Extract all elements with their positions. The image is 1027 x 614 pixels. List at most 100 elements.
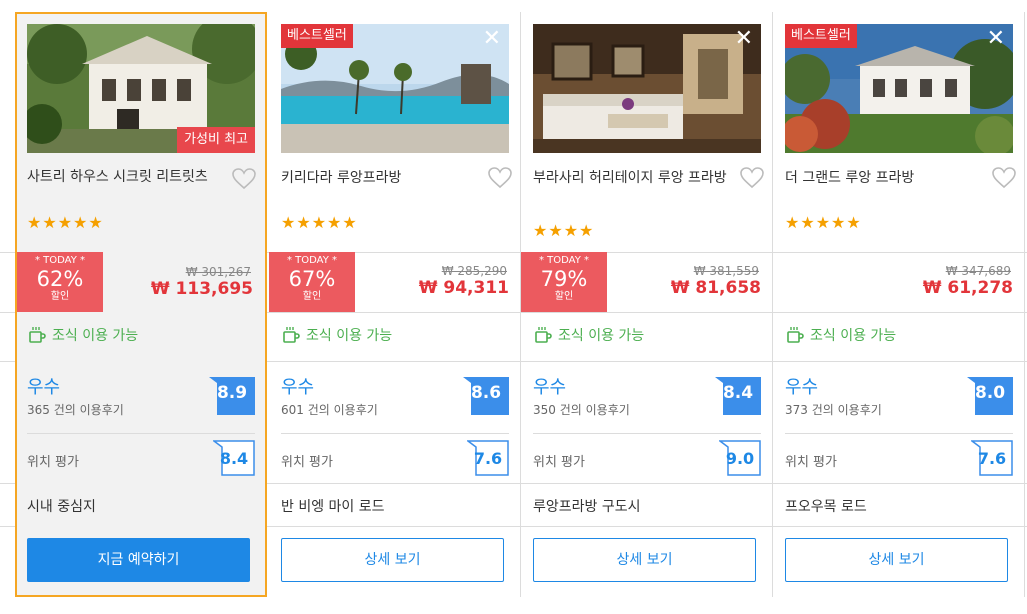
rating-word: 우수 <box>281 377 315 398</box>
review-count[interactable]: 365 건의 이용후기 <box>27 401 124 418</box>
sale-price[interactable]: ₩ 61,278 <box>923 278 1013 298</box>
location-label: 위치 평가 <box>533 455 585 470</box>
discount-percent: 79% <box>540 267 588 291</box>
today-discount-badge: * TODAY * 79% 할인 <box>521 252 607 312</box>
hotel-photo-image <box>533 24 761 153</box>
rating-divider <box>27 433 255 434</box>
coffee-cup-icon <box>787 327 804 343</box>
heart-icon[interactable] <box>991 165 1017 191</box>
star-rating: ★★★★★ <box>281 213 358 232</box>
location-score-badge: 7.6 <box>969 440 1013 476</box>
area-name: 반 비엥 마이 로드 <box>281 499 385 515</box>
location-score: 8.4 <box>219 449 249 468</box>
today-discount-badge: * TODAY * 62% 할인 <box>17 252 103 312</box>
discount-percent: 62% <box>36 267 84 291</box>
discount-unit: 할인 <box>50 291 70 302</box>
bestseller-badge: 베스트셀러 <box>785 24 857 48</box>
location-score-badge: 7.6 <box>465 440 509 476</box>
original-price: ₩ 301,267 <box>185 265 251 279</box>
review-score-badge: 8.9 <box>209 377 255 415</box>
review-score: 8.0 <box>974 383 1006 403</box>
breakfast-label: 조식 이용 가능 <box>306 328 393 344</box>
close-icon[interactable]: ✕ <box>483 28 501 50</box>
breakfast-available: 조식 이용 가능 <box>281 325 392 345</box>
rating-word: 우수 <box>27 377 61 398</box>
today-label: * TODAY * <box>34 255 86 266</box>
sale-price[interactable]: ₩ 81,658 <box>671 278 761 298</box>
star-rating: ★★★★★ <box>27 213 104 232</box>
today-label: * TODAY * <box>538 255 590 266</box>
review-score-badge: 8.0 <box>967 377 1013 415</box>
today-discount-badge: * TODAY * 67% 할인 <box>269 252 355 312</box>
review-score-badge: 8.6 <box>463 377 509 415</box>
rating-divider <box>533 433 761 434</box>
rating-divider <box>281 433 509 434</box>
review-score-badge: 8.4 <box>715 377 761 415</box>
area-name: 시내 중심지 <box>27 499 96 515</box>
rating-word: 우수 <box>533 377 567 398</box>
rating-word: 우수 <box>785 377 819 398</box>
hotel-card[interactable]: 가성비 최고 사트리 하우스 시크릿 리트릿츠 ★★★★★ * TODAY * … <box>15 12 267 597</box>
heart-icon[interactable] <box>487 165 513 191</box>
best-value-badge: 가성비 최고 <box>177 127 255 153</box>
review-score: 8.9 <box>216 383 248 403</box>
hotel-photo[interactable]: 가성비 최고 <box>27 24 255 153</box>
hotel-photo[interactable]: 베스트셀러 ✕ <box>281 24 509 153</box>
breakfast-label: 조식 이용 가능 <box>810 328 897 344</box>
sale-price[interactable]: ₩ 113,695 <box>151 279 253 299</box>
star-rating: ★★★★★ <box>785 213 862 232</box>
bestseller-badge: 베스트셀러 <box>281 24 353 48</box>
close-icon[interactable]: ✕ <box>735 28 753 50</box>
rating-divider <box>785 433 1013 434</box>
view-details-button[interactable]: 상세 보기 <box>533 538 756 582</box>
area-name: 프오우목 로드 <box>785 499 867 515</box>
breakfast-available: 조식 이용 가능 <box>27 325 138 345</box>
coffee-cup-icon <box>29 327 46 343</box>
hotel-photo[interactable]: 베스트셀러 ✕ <box>785 24 1013 153</box>
sale-price[interactable]: ₩ 94,311 <box>419 278 509 298</box>
star-rating: ★★★★ <box>533 221 595 240</box>
view-details-button[interactable]: 상세 보기 <box>785 538 1008 582</box>
area-name: 루앙프라방 구도시 <box>533 499 641 515</box>
location-score-badge: 8.4 <box>211 440 255 476</box>
location-label: 위치 평가 <box>27 455 79 470</box>
view-details-button[interactable]: 상세 보기 <box>281 538 504 582</box>
discount-unit: 할인 <box>302 291 322 302</box>
review-score: 8.6 <box>470 383 502 403</box>
breakfast-label: 조식 이용 가능 <box>558 328 645 344</box>
hotel-name[interactable]: 키리다라 루앙프라방 <box>281 168 481 188</box>
original-price: ₩ 381,559 <box>693 264 759 278</box>
hotel-photo[interactable]: ✕ <box>533 24 761 153</box>
heart-icon[interactable] <box>739 165 765 191</box>
location-label: 위치 평가 <box>281 455 333 470</box>
review-count[interactable]: 373 건의 이용후기 <box>785 401 882 418</box>
hotel-name[interactable]: 더 그랜드 루앙 프라방 <box>785 168 985 188</box>
close-icon[interactable]: ✕ <box>987 28 1005 50</box>
book-now-button[interactable]: 지금 예약하기 <box>27 538 250 582</box>
location-label: 위치 평가 <box>785 455 837 470</box>
coffee-cup-icon <box>535 327 552 343</box>
review-score: 8.4 <box>722 383 754 403</box>
location-score: 7.6 <box>473 449 503 468</box>
hotel-comparison-board: 가성비 최고 사트리 하우스 시크릿 리트릿츠 ★★★★★ * TODAY * … <box>0 0 1027 614</box>
discount-percent: 67% <box>288 267 336 291</box>
breakfast-label: 조식 이용 가능 <box>52 328 139 344</box>
breakfast-available: 조식 이용 가능 <box>533 325 644 345</box>
today-label: * TODAY * <box>286 255 338 266</box>
heart-icon[interactable] <box>231 166 257 192</box>
location-score: 9.0 <box>725 449 755 468</box>
review-count[interactable]: 601 건의 이용후기 <box>281 401 378 418</box>
hotel-card[interactable]: ✕ 부라사리 허리테이지 루앙 프라방 ★★★★ * TODAY * 79% 할… <box>521 12 773 597</box>
original-price: ₩ 285,290 <box>441 264 507 278</box>
location-score-badge: 9.0 <box>717 440 761 476</box>
hotel-card[interactable]: 베스트셀러 ✕ 키리다라 루앙프라방 ★★★★★ * TODAY * 67% 할… <box>269 12 521 597</box>
location-score: 7.6 <box>977 449 1007 468</box>
hotel-card[interactable]: 베스트셀러 ✕ 더 그랜드 루앙 프라방 ★★★★★ ₩ 347,689 ₩ 6… <box>773 12 1025 597</box>
coffee-cup-icon <box>283 327 300 343</box>
hotel-name[interactable]: 사트리 하우스 시크릿 리트릿츠 <box>27 167 227 187</box>
hotel-name[interactable]: 부라사리 허리테이지 루앙 프라방 <box>533 168 733 188</box>
breakfast-available: 조식 이용 가능 <box>785 325 896 345</box>
review-count[interactable]: 350 건의 이용후기 <box>533 401 630 418</box>
original-price: ₩ 347,689 <box>945 264 1011 278</box>
discount-unit: 할인 <box>554 291 574 302</box>
